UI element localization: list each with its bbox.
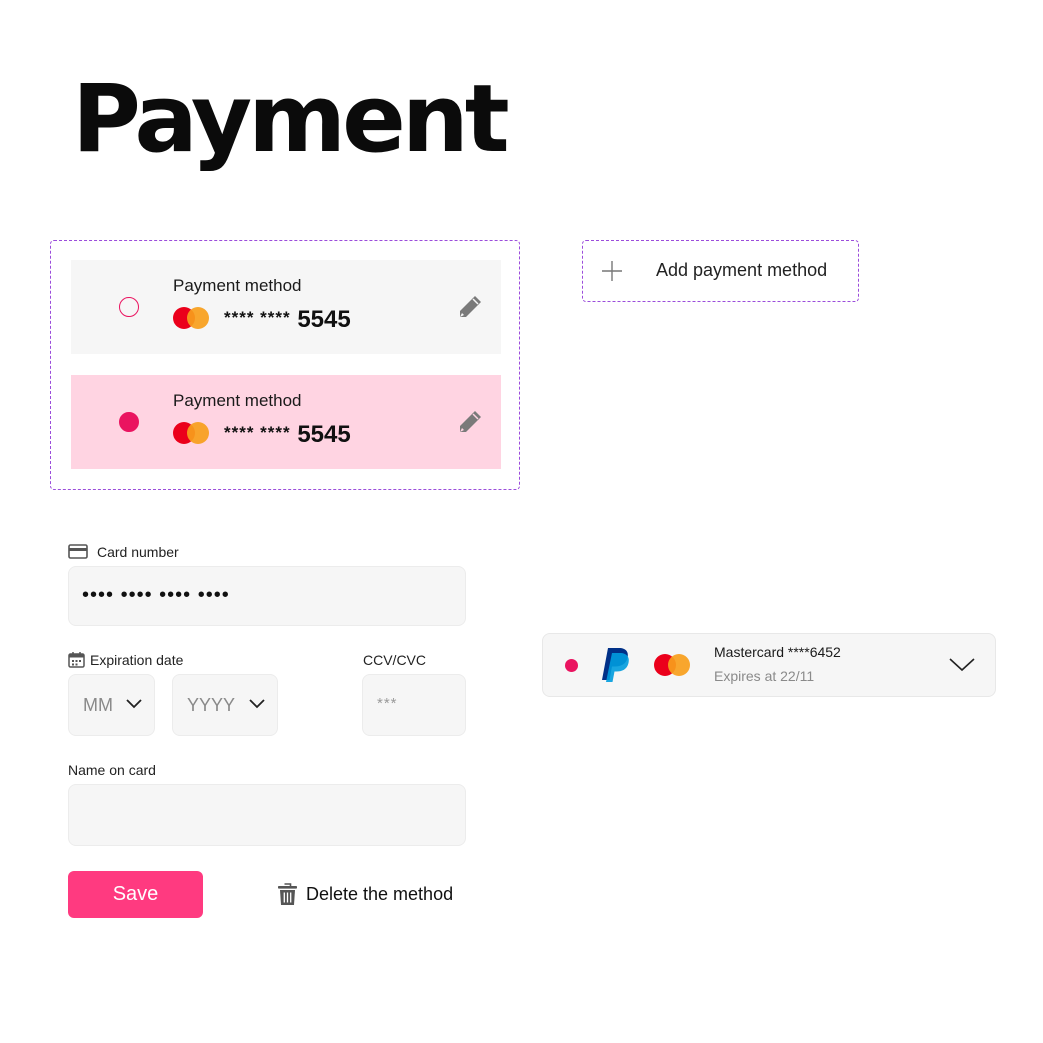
paypal-icon bbox=[602, 648, 629, 682]
month-placeholder: MM bbox=[83, 695, 113, 715]
payment-method-label: Payment method bbox=[173, 276, 302, 295]
cvc-placeholder: *** bbox=[377, 695, 398, 712]
card-number-input[interactable]: •••• •••• •••• •••• bbox=[68, 566, 466, 626]
save-button[interactable]: Save bbox=[68, 871, 203, 918]
add-payment-method-label: Add payment method bbox=[656, 260, 828, 280]
calendar-icon bbox=[68, 652, 85, 668]
payment-method-label: Payment method bbox=[173, 391, 302, 410]
pencil-icon[interactable] bbox=[455, 292, 485, 322]
expiration-date-label: Expiration date bbox=[90, 652, 184, 668]
card-number-mask: **** **** 5545 bbox=[224, 306, 351, 333]
payment-method-select[interactable]: Mastercard ****6452 Expires at 22/11 bbox=[542, 633, 996, 697]
expiration-year-select[interactable]: YYYY bbox=[172, 674, 278, 736]
payment-method-card-selected[interactable]: Payment method **** **** 5545 bbox=[71, 375, 501, 469]
radio-unselected-icon[interactable] bbox=[119, 297, 139, 317]
card-number-mask: **** **** 5545 bbox=[224, 421, 351, 448]
page-title: Payment bbox=[72, 65, 510, 174]
delete-method-label: Delete the method bbox=[306, 884, 454, 904]
payment-method-card[interactable]: Payment method **** **** 5545 bbox=[71, 260, 501, 354]
pencil-icon[interactable] bbox=[455, 407, 485, 437]
trash-icon bbox=[278, 883, 297, 905]
add-payment-method-button[interactable]: Add payment method bbox=[582, 240, 859, 302]
expiration-month-select[interactable]: MM bbox=[68, 674, 155, 736]
year-placeholder: YYYY bbox=[187, 695, 236, 715]
selected-indicator-icon bbox=[565, 659, 578, 672]
mastercard-icon bbox=[173, 422, 209, 444]
chevron-down-icon bbox=[126, 699, 142, 709]
saved-methods-group: Payment method **** **** 5545 Payment me… bbox=[50, 240, 520, 490]
selected-card-title: Mastercard ****6452 bbox=[714, 644, 841, 660]
chevron-down-icon bbox=[249, 699, 265, 709]
cvc-input[interactable]: *** bbox=[362, 674, 466, 736]
name-on-card-input[interactable] bbox=[68, 784, 466, 846]
card-number-value: •••• •••• •••• •••• bbox=[82, 584, 230, 606]
plus-icon bbox=[602, 261, 622, 281]
chevron-down-icon[interactable] bbox=[949, 658, 975, 672]
mastercard-icon bbox=[173, 307, 209, 329]
radio-selected-icon[interactable] bbox=[119, 412, 139, 432]
card-number-label: Card number bbox=[97, 544, 179, 560]
name-on-card-label: Name on card bbox=[68, 762, 156, 778]
credit-card-icon bbox=[68, 544, 88, 559]
cvc-label: CCV/CVC bbox=[363, 652, 427, 668]
selected-card-expiry: Expires at 22/11 bbox=[714, 668, 815, 684]
mastercard-icon bbox=[654, 654, 690, 676]
